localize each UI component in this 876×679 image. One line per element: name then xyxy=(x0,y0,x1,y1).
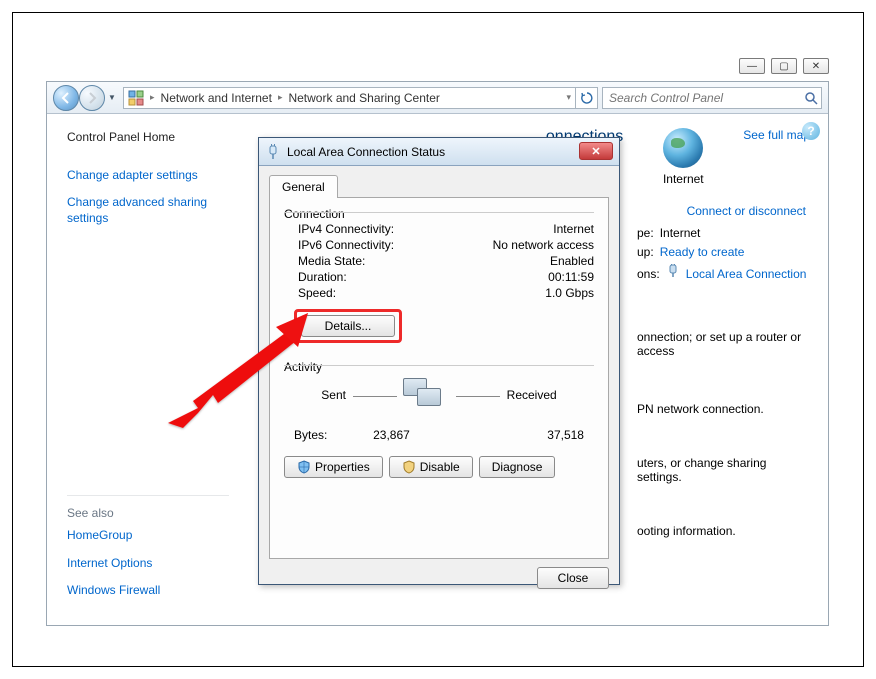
dialog-title-bar[interactable]: Local Area Connection Status ✕ xyxy=(259,138,619,166)
general-tab-panel: Connection IPv4 Connectivity:Internet IP… xyxy=(269,197,609,559)
dialog-title: Local Area Connection Status xyxy=(287,145,445,159)
see-also-label: See also xyxy=(67,506,229,520)
ipv4-label: IPv4 Connectivity: xyxy=(298,222,394,236)
breadcrumb-item[interactable]: Network and Sharing Center xyxy=(284,91,443,105)
homegroup-value-link[interactable]: Ready to create xyxy=(660,245,745,259)
ipv4-value: Internet xyxy=(553,222,594,236)
connect-disconnect-link[interactable]: Connect or disconnect xyxy=(687,204,806,218)
shield-icon xyxy=(402,460,416,474)
media-state-label: Media State: xyxy=(298,254,365,268)
internet-label: Internet xyxy=(643,172,723,186)
help-icon[interactable]: ? xyxy=(802,122,820,140)
minimize-button[interactable]: — xyxy=(739,58,765,74)
shield-icon xyxy=(297,460,311,474)
nav-back-button[interactable] xyxy=(53,85,79,111)
internet-options-link[interactable]: Internet Options xyxy=(67,556,152,570)
address-bar: ▼ ▸ Network and Internet ▸ Network and S… xyxy=(47,82,828,114)
media-state-value: Enabled xyxy=(550,254,594,268)
breadcrumb-bar[interactable]: ▸ Network and Internet ▸ Network and Sha… xyxy=(123,87,598,109)
ipv6-label: IPv6 Connectivity: xyxy=(298,238,394,252)
connection-icon xyxy=(265,144,281,160)
homegroup-link[interactable]: HomeGroup xyxy=(67,528,132,542)
close-button[interactable]: Close xyxy=(537,567,609,589)
access-type-value: Internet xyxy=(660,226,701,240)
access-type-label: pe: xyxy=(637,226,654,240)
bytes-sent-value: 23,867 xyxy=(373,428,410,442)
breadcrumb-sep-icon: ▸ xyxy=(276,92,285,103)
nav-history-dropdown[interactable]: ▼ xyxy=(105,85,119,111)
bytes-label: Bytes: xyxy=(294,428,327,442)
bytes-received-value: 37,518 xyxy=(547,428,584,442)
nav-forward-button[interactable] xyxy=(79,85,105,111)
connection-icon xyxy=(666,264,680,278)
globe-icon xyxy=(663,128,703,168)
received-label: Received xyxy=(507,388,557,402)
activity-icon xyxy=(403,378,449,414)
see-full-map-link[interactable]: See full map xyxy=(743,128,810,142)
sent-label: Sent xyxy=(321,388,346,402)
duration-value: 00:11:59 xyxy=(548,270,594,284)
diagnose-button[interactable]: Diagnose xyxy=(479,456,556,478)
connection-status-dialog: Local Area Connection Status ✕ General C… xyxy=(258,137,620,585)
change-advanced-sharing-link[interactable]: Change advanced sharing settings xyxy=(67,195,207,225)
change-adapter-settings-link[interactable]: Change adapter settings xyxy=(67,168,198,182)
windows-firewall-link[interactable]: Windows Firewall xyxy=(67,583,160,597)
internet-node: Internet xyxy=(643,128,723,186)
search-input[interactable] xyxy=(603,91,801,105)
disable-button[interactable]: Disable xyxy=(389,456,473,478)
speed-label: Speed: xyxy=(298,286,336,300)
ipv6-value: No network access xyxy=(493,238,594,252)
left-nav-pane: Control Panel Home Change adapter settin… xyxy=(47,114,239,625)
control-panel-home-link[interactable]: Control Panel Home xyxy=(67,130,229,146)
dialog-close-button[interactable]: ✕ xyxy=(579,142,613,160)
window-close-button[interactable]: ✕ xyxy=(803,58,829,74)
breadcrumb-sep-icon: ▸ xyxy=(148,92,157,103)
search-icon[interactable] xyxy=(801,91,821,105)
details-button[interactable]: Details... xyxy=(301,315,395,337)
homegroup-label: up: xyxy=(637,245,654,259)
search-box[interactable] xyxy=(602,87,822,109)
properties-button[interactable]: Properties xyxy=(284,456,383,478)
speed-value: 1.0 Gbps xyxy=(545,286,594,300)
duration-label: Duration: xyxy=(298,270,347,284)
breadcrumb-dropdown-icon[interactable]: ▾ xyxy=(564,92,575,103)
breadcrumb-item[interactable]: Network and Internet xyxy=(157,91,276,105)
local-area-connection-link[interactable]: Local Area Connection xyxy=(686,267,807,281)
refresh-button[interactable] xyxy=(575,87,597,109)
control-panel-icon xyxy=(126,88,146,108)
general-tab[interactable]: General xyxy=(269,175,338,198)
maximize-button[interactable]: ▢ xyxy=(771,58,797,74)
connections-label: ons: xyxy=(637,267,660,281)
